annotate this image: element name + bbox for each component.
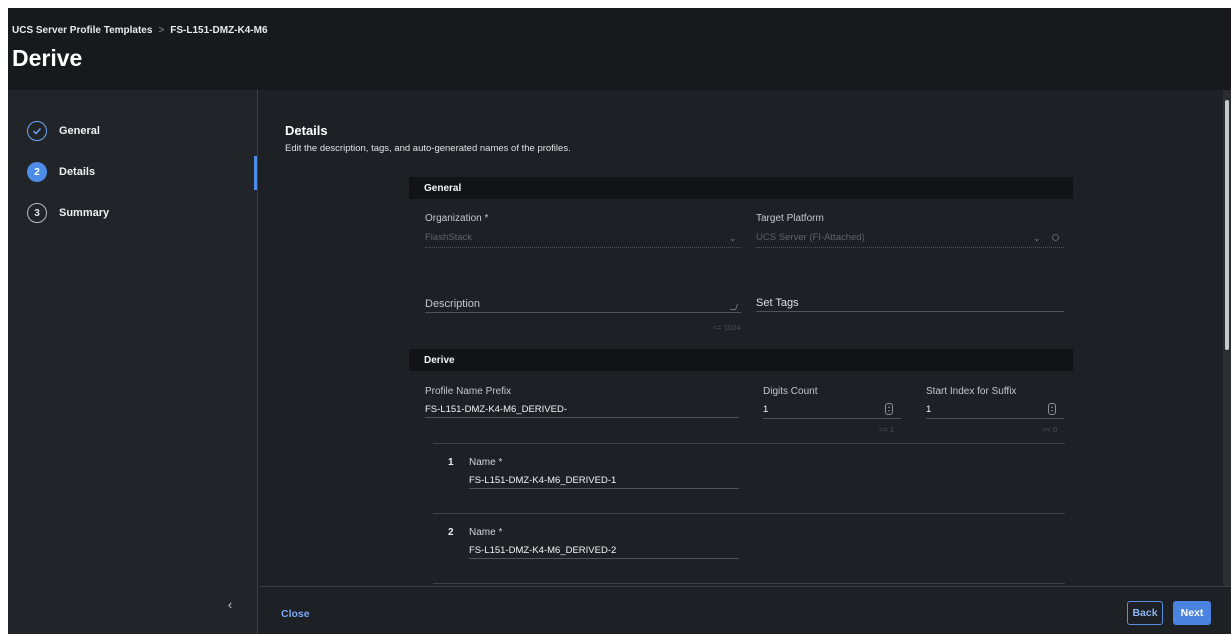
general-band: General bbox=[409, 177, 1073, 199]
divider bbox=[433, 513, 1065, 514]
start-index-label: Start Index for Suffix bbox=[926, 386, 1017, 397]
breadcrumb-separator: > bbox=[158, 25, 165, 36]
check-circle-icon bbox=[27, 121, 47, 141]
profile-name-prefix-underline bbox=[425, 417, 739, 418]
step-number: 3 bbox=[27, 203, 47, 223]
digits-count-underline bbox=[763, 418, 901, 419]
chevron-down-icon: ⌄ bbox=[729, 233, 737, 243]
target-platform-underline bbox=[756, 247, 1064, 248]
digits-count-hint: >= 1 bbox=[879, 425, 895, 434]
chevron-down-icon: ⌄ bbox=[1033, 233, 1041, 243]
name-2-underline bbox=[469, 558, 739, 559]
close-button[interactable]: Close bbox=[281, 608, 310, 620]
name-1-input[interactable]: FS-L151-DMZ-K4-M6_DERIVED-1 bbox=[469, 475, 616, 486]
breadcrumb-parent-link[interactable]: UCS Server Profile Templates bbox=[12, 25, 152, 36]
name-2-input[interactable]: FS-L151-DMZ-K4-M6_DERIVED-2 bbox=[469, 545, 616, 556]
set-tags-input[interactable] bbox=[756, 311, 1064, 312]
breadcrumb: UCS Server Profile Templates > FS-L151-DMZ… bbox=[12, 25, 268, 36]
target-platform-label: Target Platform bbox=[756, 213, 824, 224]
description-input[interactable] bbox=[425, 312, 741, 313]
next-button[interactable]: Next bbox=[1173, 601, 1211, 625]
page-title: Derive bbox=[12, 45, 83, 71]
active-step-indicator bbox=[254, 156, 257, 190]
organization-underline bbox=[425, 247, 741, 248]
section-title: Details bbox=[285, 123, 328, 138]
name-label: Name * bbox=[469, 527, 503, 538]
back-button[interactable]: Back bbox=[1127, 601, 1163, 625]
info-icon bbox=[1052, 234, 1059, 241]
start-index-underline bbox=[926, 418, 1064, 419]
chevron-left-icon[interactable]: ‹ bbox=[223, 598, 237, 612]
wizard-stepper: General 2 Details 3 Summary bbox=[8, 90, 258, 634]
description-hint: <= 1024 bbox=[713, 323, 741, 332]
profile-name-prefix-input[interactable]: FS-L151-DMZ-K4-M6_DERIVED- bbox=[425, 404, 567, 415]
step-general[interactable]: General bbox=[27, 120, 100, 142]
breadcrumb-current: FS-L151-DMZ-K4-M6 bbox=[170, 25, 268, 36]
step-label: Summary bbox=[59, 207, 110, 219]
digits-count-label: Digits Count bbox=[763, 386, 818, 397]
row-number: 1 bbox=[448, 457, 454, 468]
target-platform-select[interactable]: UCS Server (FI-Attached) bbox=[756, 232, 865, 243]
step-number: 2 bbox=[27, 162, 47, 182]
name-label: Name * bbox=[469, 457, 503, 468]
wizard-footer: Close Back Next bbox=[259, 586, 1231, 634]
divider bbox=[433, 443, 1065, 444]
organization-select[interactable]: FlashStack bbox=[425, 232, 472, 243]
description-label: Description bbox=[425, 298, 481, 310]
divider bbox=[433, 583, 1065, 584]
step-label: General bbox=[59, 125, 100, 137]
scrollbar-thumb[interactable] bbox=[1225, 100, 1229, 350]
derive-band: Derive bbox=[409, 349, 1073, 371]
app-window: UCS Server Profile Templates > FS-L151-DMZ… bbox=[8, 8, 1231, 634]
set-tags-label: Set Tags bbox=[756, 297, 799, 309]
stepper-icon[interactable] bbox=[1048, 403, 1056, 415]
organization-label: Organization * bbox=[425, 213, 489, 224]
resize-handle-icon[interactable] bbox=[729, 304, 739, 310]
digits-count-input[interactable]: 1 bbox=[763, 404, 768, 415]
step-summary[interactable]: 3 Summary bbox=[27, 202, 109, 224]
section-subtitle: Edit the description, tags, and auto-gen… bbox=[285, 143, 571, 154]
start-index-hint: >= 0 bbox=[1042, 425, 1058, 434]
step-details[interactable]: 2 Details bbox=[27, 161, 95, 183]
start-index-input[interactable]: 1 bbox=[926, 404, 931, 415]
details-panel: Details Edit the description, tags, and … bbox=[259, 90, 1231, 586]
name-1-underline bbox=[469, 488, 739, 489]
profile-name-prefix-label: Profile Name Prefix bbox=[425, 386, 512, 397]
row-number: 2 bbox=[448, 527, 454, 538]
step-label: Details bbox=[59, 166, 96, 178]
stepper-icon[interactable] bbox=[885, 403, 893, 415]
page-header: UCS Server Profile Templates > FS-L151-DMZ… bbox=[8, 8, 1231, 90]
